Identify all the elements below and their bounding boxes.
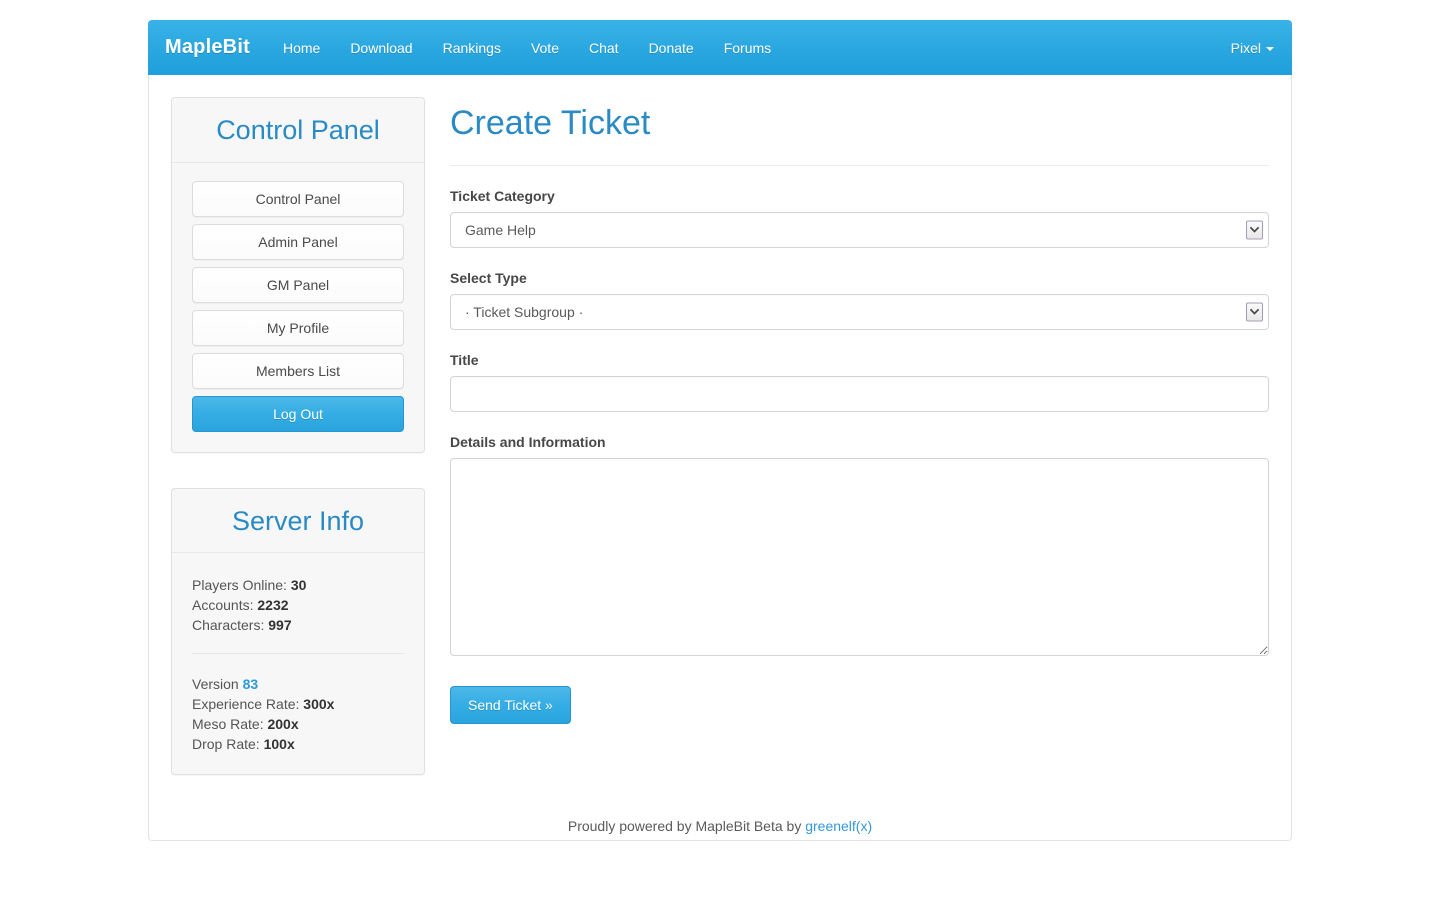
sidebar: Control Panel Control Panel Admin Panel … (171, 95, 425, 810)
stat-version-label: Version (192, 676, 239, 693)
select-type-label: Select Type (450, 270, 527, 286)
server-rates-group: Version 83 Experience Rate: 300x Meso Ra… (192, 670, 404, 754)
select-type-select[interactable]: · Ticket Subgroup · (450, 294, 1269, 330)
stat-characters-value: 997 (268, 617, 292, 634)
top-navbar: MapleBit Home Download Rankings Vote Cha… (148, 20, 1292, 75)
server-info-divider (192, 653, 404, 655)
page-title-divider (450, 165, 1269, 166)
sidebar-button-log-out[interactable]: Log Out (192, 395, 404, 432)
page-container: MapleBit Home Download Rankings Vote Cha… (148, 20, 1292, 842)
navbar-right: Pixel (1231, 20, 1292, 75)
stat-players-online-label: Players Online: (192, 577, 287, 594)
stat-players-online: Players Online: 30 (192, 575, 404, 595)
title-label: Title (450, 352, 479, 368)
stat-meso-rate-label: Meso Rate: (192, 716, 264, 733)
nav-link-chat[interactable]: Chat (574, 20, 634, 75)
field-details: Details and Information (450, 434, 1269, 656)
server-info-widget: Server Info Players Online: 30 Accounts:… (171, 487, 425, 776)
ticket-category-selected-value: Game Help (465, 222, 536, 238)
stat-version: Version 83 (192, 674, 404, 694)
user-menu-label: Pixel (1230, 39, 1261, 56)
sidebar-button-admin-panel[interactable]: Admin Panel (192, 223, 404, 260)
sidebar-button-gm-panel[interactable]: GM Panel (192, 266, 404, 303)
nav-link-rankings[interactable]: Rankings (428, 20, 516, 75)
chevron-down-icon[interactable] (1246, 220, 1263, 240)
page-root: MapleBit Home Download Rankings Vote Cha… (0, 0, 1440, 900)
caret-down-icon (1266, 46, 1274, 51)
details-textarea[interactable] (450, 458, 1269, 656)
stat-version-value: 83 (242, 676, 259, 693)
footer: Proudly powered by MapleBit Beta by gree… (0, 818, 1440, 834)
user-menu-dropdown[interactable]: Pixel (1231, 40, 1274, 56)
content-card: Control Panel Control Panel Admin Panel … (148, 75, 1292, 842)
ticket-category-select[interactable]: Game Help (450, 212, 1269, 248)
nav-links: Home Download Rankings Vote Chat Donate … (268, 20, 786, 75)
control-panel-title: Control Panel (216, 115, 380, 145)
field-ticket-category: Ticket Category Game Help (450, 188, 1269, 248)
field-title: Title (450, 352, 1269, 412)
stat-experience-rate-value: 300x (303, 696, 335, 713)
brand-logo[interactable]: MapleBit (148, 20, 268, 75)
field-select-type: Select Type · Ticket Subgroup · (450, 270, 1269, 330)
control-panel-widget: Control Panel Control Panel Admin Panel … (171, 97, 425, 453)
stat-meso-rate: Meso Rate: 200x (192, 714, 404, 734)
control-panel-button-list: Control Panel Admin Panel GM Panel My Pr… (192, 180, 404, 432)
footer-text: Proudly powered by MapleBit Beta by (567, 818, 806, 834)
stat-accounts: Accounts: 2232 (192, 595, 404, 615)
details-label: Details and Information (450, 434, 606, 450)
stat-accounts-label: Accounts: (192, 597, 254, 614)
control-panel-body: Control Panel Admin Panel GM Panel My Pr… (172, 163, 424, 452)
ticket-category-label: Ticket Category (450, 188, 555, 204)
nav-link-download[interactable]: Download (335, 20, 427, 75)
title-input[interactable] (450, 376, 1269, 412)
stat-drop-rate-value: 100x (263, 736, 295, 753)
stat-characters-label: Characters: (192, 617, 265, 634)
sidebar-button-my-profile[interactable]: My Profile (192, 309, 404, 346)
sidebar-button-members-list[interactable]: Members List (192, 352, 404, 389)
stat-drop-rate: Drop Rate: 100x (192, 734, 404, 754)
nav-link-vote[interactable]: Vote (516, 20, 574, 75)
nav-link-donate[interactable]: Donate (634, 20, 709, 75)
send-ticket-button[interactable]: Send Ticket » (450, 686, 571, 724)
chevron-down-icon[interactable] (1246, 302, 1263, 322)
select-type-selected-value: · Ticket Subgroup · (465, 304, 584, 320)
stat-drop-rate-label: Drop Rate: (192, 736, 260, 753)
server-info-heading: Server Info (172, 489, 424, 554)
server-stats-group: Players Online: 30 Accounts: 2232 Charac… (192, 571, 404, 635)
main-content: Create Ticket Ticket Category Game Help … (450, 95, 1269, 810)
stat-characters: Characters: 997 (192, 615, 404, 635)
server-info-body: Players Online: 30 Accounts: 2232 Charac… (172, 553, 424, 774)
control-panel-heading: Control Panel (172, 98, 424, 163)
stat-players-online-value: 30 (290, 577, 307, 594)
stat-experience-rate: Experience Rate: 300x (192, 694, 404, 714)
stat-accounts-value: 2232 (257, 597, 289, 614)
stat-experience-rate-label: Experience Rate: (192, 696, 300, 713)
page-title: Create Ticket (450, 104, 651, 142)
footer-author-link[interactable]: greenelf(x) (805, 818, 872, 834)
nav-link-forums[interactable]: Forums (709, 20, 786, 75)
sidebar-button-control-panel[interactable]: Control Panel (192, 180, 404, 217)
stat-meso-rate-value: 200x (267, 716, 299, 733)
server-info-title: Server Info (231, 505, 365, 536)
nav-link-home[interactable]: Home (268, 20, 335, 75)
